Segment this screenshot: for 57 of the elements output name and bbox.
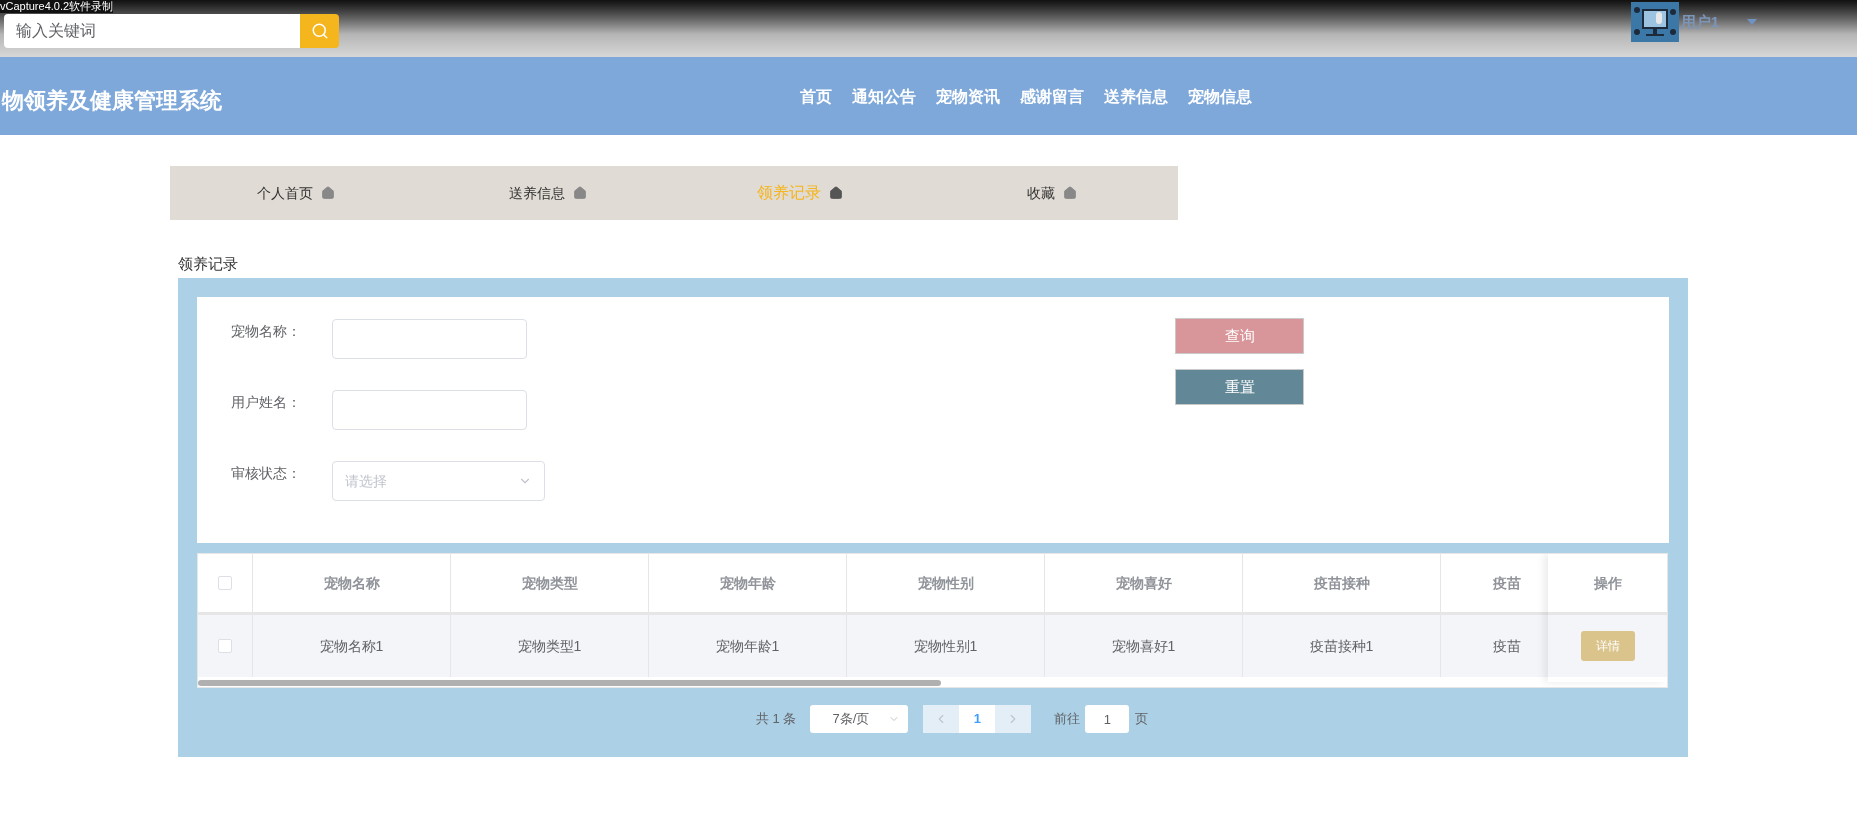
next-page-button[interactable] [995, 705, 1032, 733]
page-button[interactable]: 1 [959, 705, 996, 733]
checkbox[interactable] [218, 639, 232, 653]
recorder-caption: vCapture4.0.2软件录制 [0, 0, 114, 13]
nav-link[interactable]: 通知公告 [852, 85, 916, 109]
column-header: 操作 [1593, 573, 1622, 593]
page-suffix: 页 [1135, 710, 1149, 729]
home-icon [1063, 186, 1077, 200]
input-field[interactable] [332, 319, 527, 359]
search-icon [310, 22, 329, 40]
nav-link[interactable]: 宠物资讯 [936, 85, 1000, 109]
home-icon [573, 186, 587, 200]
sub-nav-tab[interactable]: 个人首页 [257, 182, 313, 204]
column-header: 疫苗接种 [1313, 573, 1370, 593]
input-field[interactable] [332, 390, 527, 430]
table-cell-text: 疫苗 [1493, 636, 1521, 656]
column-header: 宠物性别 [917, 573, 974, 593]
nav-link[interactable]: 送养信息 [1104, 85, 1168, 109]
table-cell-text: 疫苗接种1 [1309, 636, 1374, 656]
status-select[interactable]: 请选择 [332, 461, 545, 501]
home-icon [829, 186, 843, 200]
total-count: 共 1 条 [756, 710, 797, 729]
table-cell-text: 宠物类型1 [517, 636, 582, 656]
column-header: 宠物喜好 [1115, 573, 1172, 593]
filter-label: 审核状态： [231, 464, 302, 483]
sub-nav-tab[interactable]: 送养信息 [509, 182, 565, 204]
column-header: 宠物类型 [521, 573, 578, 593]
caret-icon[interactable] [1747, 19, 1757, 25]
goto-page-field[interactable]: 1 [1085, 705, 1130, 733]
column-header: 疫苗 [1493, 573, 1521, 593]
nav-link[interactable]: 首页 [800, 85, 832, 109]
page-size-select[interactable]: 7条/页 [810, 705, 909, 733]
detail-button[interactable]: 详情 [1580, 631, 1635, 661]
reset-button[interactable]: 重置 [1175, 369, 1304, 405]
table-cell-text: 宠物年龄1 [715, 636, 780, 656]
checkbox[interactable] [218, 576, 232, 590]
section-title: 领养记录 [178, 254, 238, 274]
search-field[interactable]: 输入关键词 [4, 14, 300, 48]
search-button[interactable] [300, 14, 339, 48]
goto-label: 前往 [1054, 710, 1081, 729]
scrollbar[interactable] [198, 680, 941, 686]
site-title: 物领养及健康管理系统 [2, 87, 222, 115]
column-header: 宠物年龄 [719, 573, 776, 593]
home-icon [321, 186, 335, 200]
table-cell-text: 宠物喜好1 [1111, 636, 1176, 656]
prev-page-button[interactable] [923, 705, 960, 733]
nav-link[interactable]: 宠物信息 [1188, 85, 1252, 109]
user-name[interactable]: 用户1 [1680, 10, 1719, 34]
sub-nav-tab[interactable]: 收藏 [1027, 182, 1055, 204]
sub-nav-tab[interactable]: 领养记录 [757, 181, 821, 205]
query-button[interactable]: 查询 [1175, 318, 1304, 354]
table-cell-text: 宠物性别1 [913, 636, 978, 656]
nav-link[interactable]: 感谢留言 [1020, 85, 1084, 109]
column-header: 宠物名称 [323, 573, 380, 593]
filter-label: 宠物名称： [231, 322, 302, 341]
table-cell-text: 宠物名称1 [319, 636, 384, 656]
filter-label: 用户姓名： [231, 393, 302, 412]
